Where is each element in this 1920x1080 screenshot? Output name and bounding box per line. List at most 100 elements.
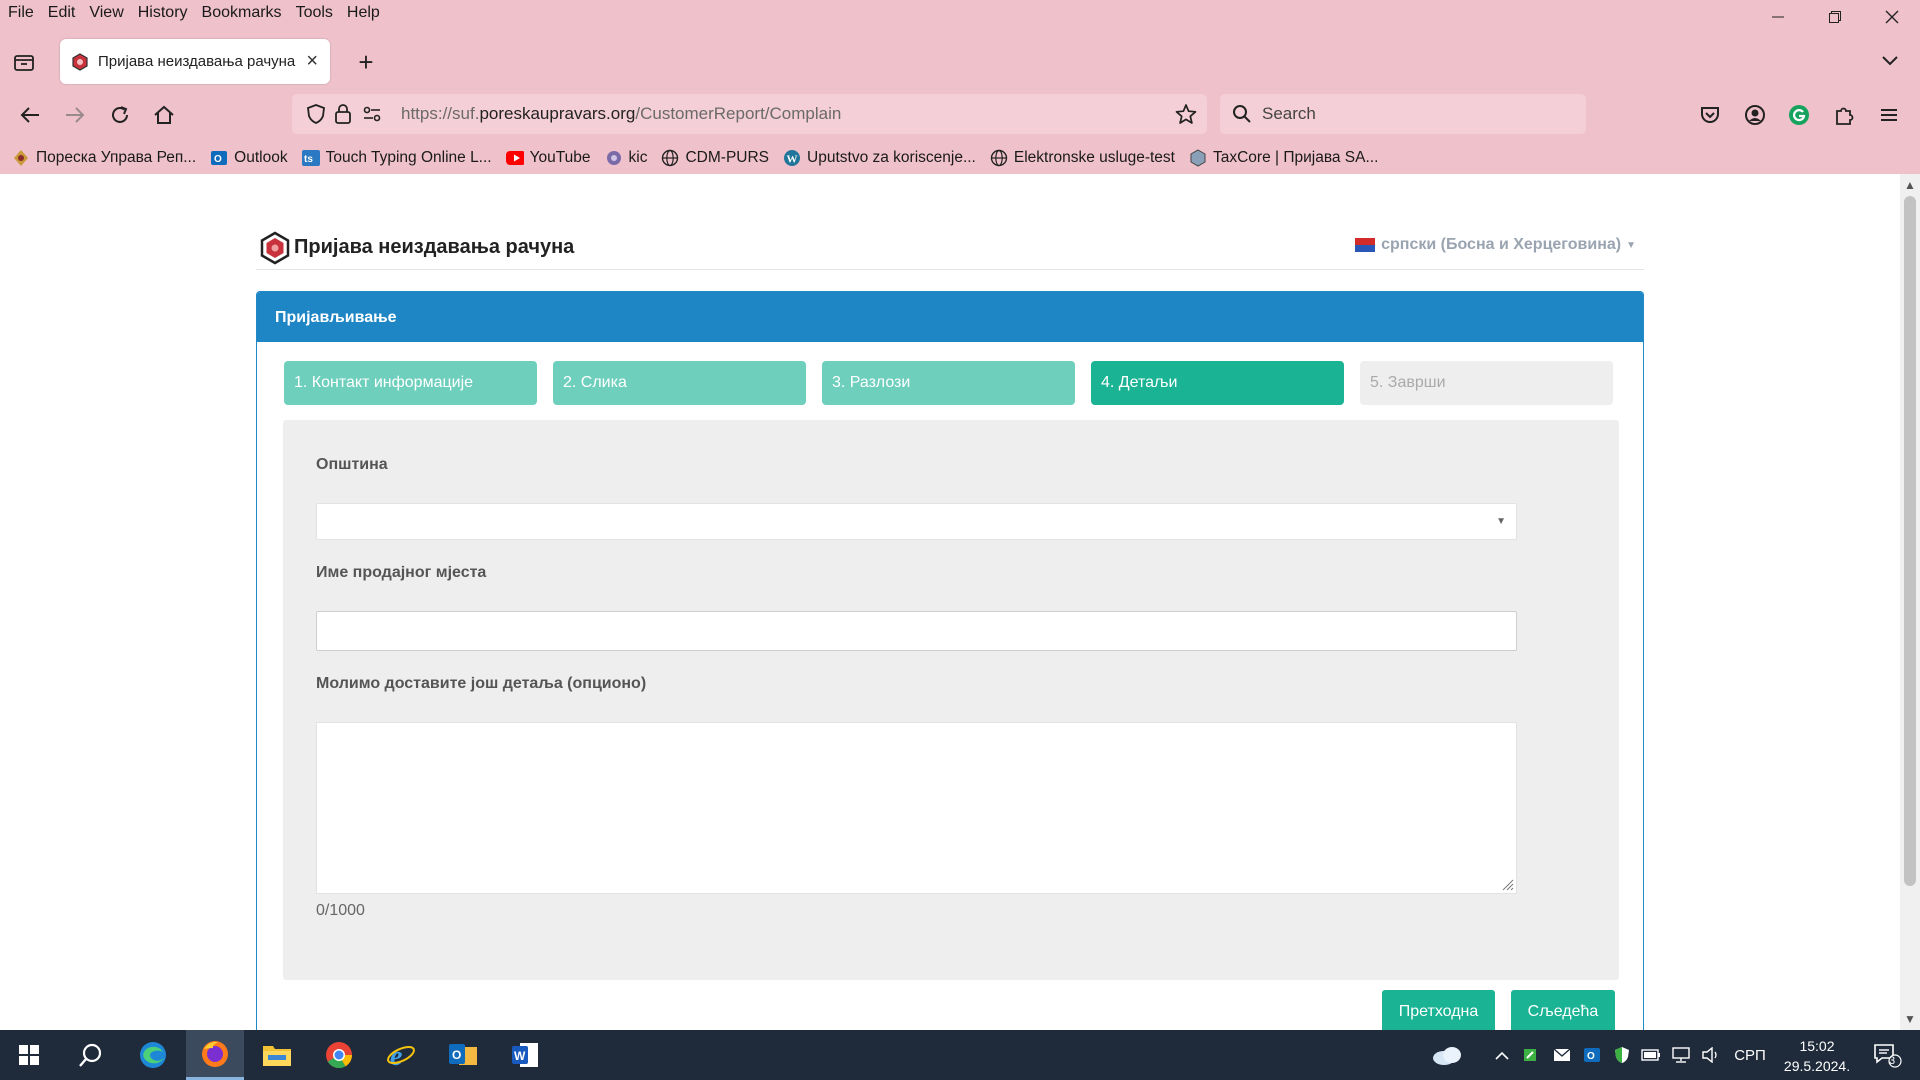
- caret-down-icon: ▼: [1626, 239, 1636, 251]
- step-image[interactable]: 2. Слика: [553, 361, 806, 405]
- back-button[interactable]: [15, 100, 45, 130]
- chevron-down-icon: [1882, 56, 1898, 66]
- chevron-up-icon: [1495, 1051, 1509, 1060]
- home-button[interactable]: [149, 100, 179, 130]
- tracking-protection-icon[interactable]: [306, 103, 326, 125]
- menu-history[interactable]: History: [131, 4, 195, 22]
- wordpress-icon: W: [783, 149, 801, 167]
- menu-edit[interactable]: Edit: [41, 4, 83, 22]
- municipality-select[interactable]: ▼: [316, 503, 1517, 540]
- outlook-icon: O: [210, 149, 228, 167]
- plus-icon: +: [358, 46, 374, 77]
- network-icon: [1672, 1047, 1690, 1063]
- account-button[interactable]: [1740, 100, 1770, 130]
- site-title[interactable]: Пријава неиздавања рачуна: [294, 236, 574, 259]
- reload-button[interactable]: [105, 100, 135, 130]
- menu-help[interactable]: Help: [340, 4, 387, 22]
- site-header: Пријава неиздавања рачуна српски (Босна …: [256, 200, 1644, 270]
- menu-tools[interactable]: Tools: [289, 4, 340, 22]
- scroll-up-icon[interactable]: ▲: [1903, 178, 1917, 192]
- svg-text:O: O: [1587, 1051, 1595, 1062]
- search-icon: [79, 1043, 102, 1067]
- taskbar-firefox[interactable]: [186, 1030, 244, 1080]
- taskbar-clock[interactable]: 15:02 29.5.2024.: [1772, 1036, 1862, 1076]
- tray-pen-icon: [1524, 1049, 1536, 1061]
- weather-widget[interactable]: [1427, 1030, 1467, 1080]
- show-hidden-icons-button[interactable]: [1492, 1030, 1512, 1080]
- step-reasons[interactable]: 3. Разлози: [822, 361, 1075, 405]
- app-menu-button[interactable]: [1874, 100, 1904, 130]
- url-text[interactable]: https://suf.poreskaupravars.org/Customer…: [401, 104, 841, 124]
- store-name-input[interactable]: [316, 611, 1517, 651]
- lock-icon[interactable]: [334, 103, 352, 125]
- tray-security-icon[interactable]: [1612, 1030, 1632, 1080]
- taskbar-outlook[interactable]: O: [434, 1030, 492, 1080]
- report-panel: Пријављивање 1. Контакт информације 2. С…: [256, 291, 1644, 1030]
- back-arrow-icon: [20, 107, 39, 123]
- bookmark-item[interactable]: Elektronske usluge-test: [990, 149, 1175, 167]
- firefox-icon: [202, 1040, 228, 1067]
- bookmark-star-icon[interactable]: [1175, 103, 1197, 125]
- bookmark-item[interactable]: TaxCore | Пријава SA...: [1189, 149, 1378, 167]
- search-bar[interactable]: [1220, 94, 1586, 134]
- site-logo-icon[interactable]: [260, 231, 290, 265]
- resize-grip-icon[interactable]: [1500, 877, 1514, 891]
- bookmark-item[interactable]: O Outlook: [210, 149, 288, 167]
- new-tab-button[interactable]: +: [350, 46, 382, 78]
- bookmark-item[interactable]: ts Touch Typing Online L...: [301, 149, 492, 167]
- previous-button[interactable]: Претходна: [1382, 990, 1495, 1030]
- taskbar-word[interactable]: W: [496, 1030, 554, 1080]
- menu-bar: File Edit View History Bookmarks Tools H…: [0, 0, 1920, 26]
- hamburger-menu-icon: [1881, 109, 1897, 121]
- menu-view[interactable]: View: [82, 4, 130, 22]
- bookmark-item[interactable]: kic: [605, 149, 647, 167]
- taskbar-chrome[interactable]: [310, 1030, 368, 1080]
- page-scrollbar[interactable]: ▲ ▼: [1900, 174, 1920, 1030]
- flag-icon: [1355, 238, 1376, 252]
- tray-app-icon[interactable]: [1520, 1030, 1540, 1080]
- permissions-icon[interactable]: [362, 104, 382, 124]
- home-icon: [154, 105, 174, 124]
- details-textarea[interactable]: [316, 722, 1517, 894]
- scrollbar-thumb[interactable]: [1904, 196, 1916, 886]
- list-all-tabs-button[interactable]: [1878, 48, 1902, 72]
- tray-network-icon[interactable]: [1670, 1030, 1692, 1080]
- taskbar-file-explorer[interactable]: [248, 1030, 306, 1080]
- step-details[interactable]: 4. Детаљи: [1091, 361, 1344, 405]
- taskbar-search-button[interactable]: [62, 1030, 120, 1080]
- tray-outlook-icon[interactable]: O: [1582, 1030, 1602, 1080]
- menu-file[interactable]: File: [0, 4, 41, 22]
- step-contact-info[interactable]: 1. Контакт информације: [284, 361, 537, 405]
- taskbar-internet-explorer[interactable]: e: [372, 1030, 430, 1080]
- bookmark-item[interactable]: W Uputstvo za koriscenje...: [783, 149, 976, 167]
- url-bar[interactable]: https://suf.poreskaupravars.org/Customer…: [292, 94, 1207, 134]
- typing-icon: ts: [301, 149, 320, 167]
- search-input[interactable]: [1262, 104, 1562, 124]
- next-button[interactable]: Сљедећа: [1511, 990, 1615, 1030]
- tray-mail-icon[interactable]: [1552, 1030, 1572, 1080]
- bookmark-item[interactable]: CDM-PURS: [661, 149, 769, 167]
- pocket-button[interactable]: [1695, 100, 1725, 130]
- notification-center-button[interactable]: 3: [1868, 1030, 1908, 1080]
- bookmark-item[interactable]: YouTube: [505, 149, 591, 167]
- scroll-down-icon[interactable]: ▼: [1903, 1012, 1917, 1026]
- clock-time: 15:02: [1799, 1038, 1835, 1054]
- browser-tab[interactable]: Пријава неиздавања рачуна ×: [60, 39, 330, 84]
- bookmark-item[interactable]: Пореска Управа Реп...: [12, 149, 196, 167]
- taskbar-edge[interactable]: [124, 1030, 182, 1080]
- extensions-button[interactable]: [1829, 100, 1859, 130]
- municipality-label: Општина: [316, 456, 388, 473]
- input-language-indicator[interactable]: СРП: [1730, 1030, 1770, 1080]
- start-button[interactable]: [0, 1030, 58, 1080]
- menu-bookmarks[interactable]: Bookmarks: [195, 4, 289, 22]
- windows-logo-icon: [19, 1045, 39, 1065]
- tray-battery-icon[interactable]: [1640, 1030, 1662, 1080]
- kic-icon: [605, 149, 623, 167]
- grammarly-button[interactable]: [1784, 100, 1814, 130]
- chrome-icon: [326, 1042, 353, 1069]
- tray-volume-icon[interactable]: [1700, 1030, 1722, 1080]
- language-selector[interactable]: српски (Босна и Херцеговина) ▼: [1355, 236, 1636, 254]
- forward-button[interactable]: [60, 100, 90, 130]
- firefox-view-button[interactable]: [12, 50, 36, 74]
- tab-close-icon[interactable]: ×: [306, 50, 318, 73]
